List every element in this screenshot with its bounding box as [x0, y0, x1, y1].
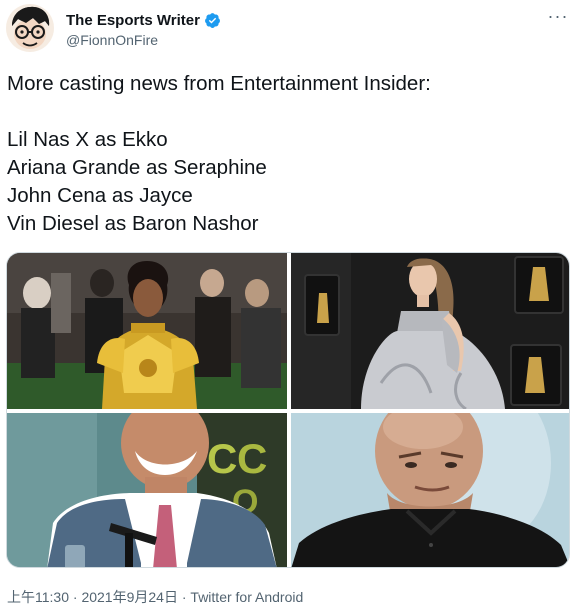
tweet-line: John Cena as Jayce — [7, 184, 193, 207]
author-handle[interactable]: @FionnOnFire — [66, 32, 221, 48]
meta-separator: · — [72, 589, 78, 605]
media-photo-3[interactable]: C C O — [7, 413, 287, 567]
media-photo-1[interactable] — [7, 253, 287, 409]
photo-man-vest: C C O — [7, 413, 287, 567]
author-name-row: The Esports Writer — [66, 11, 221, 29]
avatar-illustration — [6, 4, 54, 52]
author-name[interactable]: The Esports Writer — [66, 12, 200, 29]
svg-text:C: C — [237, 435, 267, 482]
tweet-line: Ariana Grande as Seraphine — [7, 156, 267, 179]
meta-separator: · — [181, 589, 187, 605]
photo-gold-armor — [7, 253, 287, 409]
svg-text:C: C — [207, 435, 237, 482]
media-grid: C C O — [6, 252, 570, 568]
more-options-icon[interactable]: ··· — [546, 6, 570, 26]
tweet-meta: 上午11:30 · 2021年9月24日 · Twitter for Andro… — [7, 587, 303, 607]
tweet-source[interactable]: Twitter for Android — [190, 589, 303, 605]
photo-bald-man — [291, 413, 569, 567]
avatar[interactable] — [6, 4, 54, 52]
tweet-time[interactable]: 上午11:30 — [7, 589, 69, 605]
author-block: The Esports Writer @FionnOnFire — [66, 11, 221, 48]
photo-grey-gown — [291, 253, 569, 409]
tweet-line: Lil Nas X as Ekko — [7, 128, 168, 151]
tweet-text: More casting news from Entertainment Ins… — [7, 70, 567, 238]
tweet-intro: More casting news from Entertainment Ins… — [7, 72, 431, 95]
tweet: The Esports Writer @FionnOnFire ··· More… — [0, 0, 582, 608]
verified-badge-icon — [204, 12, 220, 28]
media-photo-2[interactable] — [291, 253, 569, 409]
tweet-date[interactable]: 2021年9月24日 — [81, 589, 178, 605]
tweet-line: Vin Diesel as Baron Nashor — [7, 212, 259, 235]
media-photo-4[interactable] — [291, 413, 569, 567]
